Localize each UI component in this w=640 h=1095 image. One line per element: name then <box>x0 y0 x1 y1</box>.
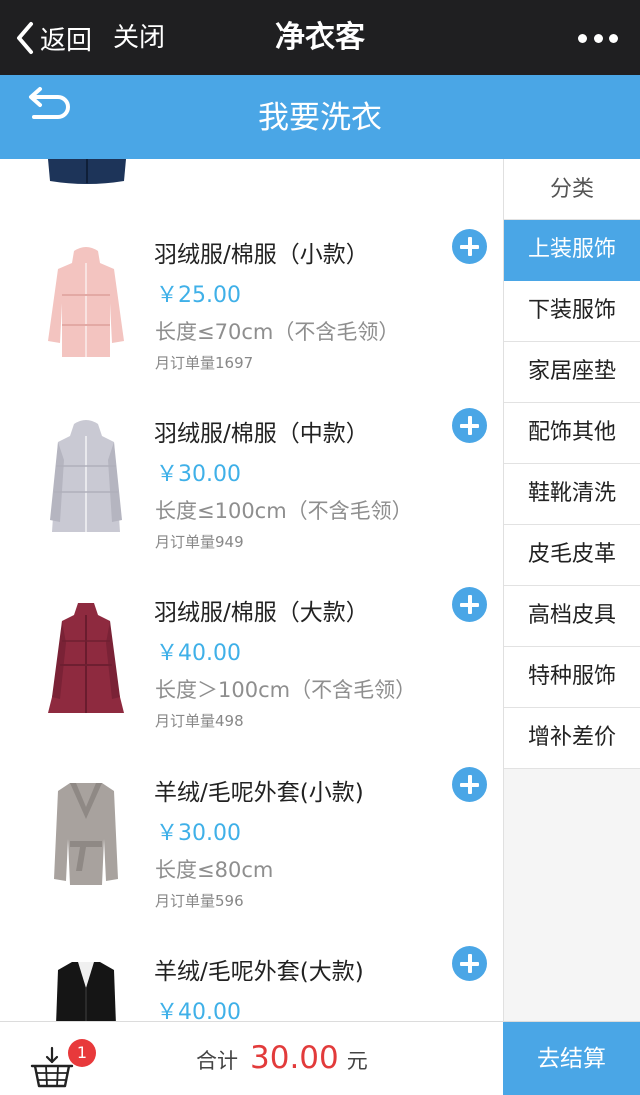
top-bar: 返回 关闭 净衣客 <box>0 0 640 75</box>
product-name: 羽绒服/棉服（大款） <box>154 600 369 626</box>
category-price-supplement[interactable]: 增补差价 <box>504 708 640 769</box>
product-desc: 长度≤70cm（不含毛领） <box>155 320 400 344</box>
total-amount: 30.00 <box>250 1040 339 1076</box>
product-price: ￥40.00 <box>156 1000 241 1021</box>
cart-total: 合计 30.00 元 <box>196 1040 368 1084</box>
list-item[interactable]: 羽绒服/棉服（小款） ￥25.00 长度≤70cm（不含毛领） 月订单量1697 <box>0 229 503 415</box>
product-price: ￥30.00 <box>156 462 241 487</box>
close-button[interactable]: 关闭 <box>113 18 165 58</box>
product-image <box>48 603 124 713</box>
product-list[interactable]: 羽绒服/棉服（小款） ￥25.00 长度≤70cm（不含毛领） 月订单量1697… <box>0 159 503 1021</box>
category-shoe-cleaning[interactable]: 鞋靴清洗 <box>504 464 640 525</box>
monthly-orders: 月订单量1697 <box>155 354 254 372</box>
list-item[interactable]: 羊绒/毛呢外套(大款) ￥40.00 <box>0 946 503 1021</box>
more-menu-icon[interactable] <box>578 22 618 54</box>
checkout-button[interactable]: 去结算 <box>503 1022 640 1095</box>
category-fur-leather[interactable]: 皮毛皮革 <box>504 525 640 586</box>
product-image <box>56 962 116 1021</box>
add-to-cart-icon[interactable] <box>452 767 487 802</box>
list-item[interactable]: 羊绒/毛呢外套(小款) ￥30.00 长度≤80cm 月订单量596 <box>0 767 503 953</box>
currency-unit: 元 <box>346 1049 368 1073</box>
product-price: ￥40.00 <box>156 641 241 666</box>
category-home-cushions[interactable]: 家居座垫 <box>504 342 640 403</box>
product-name: 羊绒/毛呢外套(小款) <box>154 780 364 806</box>
page-title: 我要洗衣 <box>258 100 382 136</box>
product-desc: 长度≤80cm <box>155 858 274 882</box>
cart-count-badge: 1 <box>68 1039 96 1067</box>
back-label: 返回 <box>40 25 93 56</box>
category-tops[interactable]: 上装服饰 <box>504 220 640 281</box>
product-name: 羽绒服/棉服（中款） <box>154 421 369 447</box>
monthly-orders: 月订单量949 <box>155 533 244 551</box>
list-item[interactable]: 羽绒服/棉服（中款） ￥30.00 长度≤100cm（不含毛领） 月订单量949 <box>0 408 503 594</box>
product-name: 羽绒服/棉服（小款） <box>154 242 369 268</box>
product-price: ￥30.00 <box>156 821 241 846</box>
category-sidebar: 分类 上装服饰 下装服饰 家居座垫 配饰其他 鞋靴清洗 皮毛皮革 高档皮具 特种… <box>503 159 640 1021</box>
category-header: 分类 <box>504 159 640 220</box>
chevron-left-icon <box>17 22 33 54</box>
return-arrow-icon[interactable] <box>26 85 74 125</box>
list-item[interactable]: 羽绒服/棉服（大款） ￥40.00 长度＞100cm（不含毛领） 月订单量498 <box>0 587 503 773</box>
page-header: 我要洗衣 <box>0 75 640 159</box>
product-image <box>50 420 122 532</box>
category-bottoms[interactable]: 下装服饰 <box>504 281 640 342</box>
add-to-cart-icon[interactable] <box>452 587 487 622</box>
total-label: 合计 <box>196 1049 238 1073</box>
product-desc: 长度＞100cm（不含毛领） <box>155 678 417 702</box>
add-to-cart-icon[interactable] <box>452 946 487 981</box>
product-price: ￥25.00 <box>156 283 241 308</box>
product-image <box>48 247 124 357</box>
monthly-orders: 月订单量498 <box>155 712 244 730</box>
product-name: 羊绒/毛呢外套(大款) <box>154 959 364 985</box>
category-accessories[interactable]: 配饰其他 <box>504 403 640 464</box>
product-desc: 长度≤100cm（不含毛领） <box>155 499 413 523</box>
back-button[interactable]: 返回 <box>14 18 92 58</box>
product-image <box>54 783 118 885</box>
add-to-cart-icon[interactable] <box>452 408 487 443</box>
category-luxury-leather-goods[interactable]: 高档皮具 <box>504 586 640 647</box>
jacket-image-cropped <box>48 159 126 184</box>
bottom-bar: 1 合计 30.00 元 去结算 <box>0 1021 640 1095</box>
category-special-garments[interactable]: 特种服饰 <box>504 647 640 708</box>
monthly-orders: 月订单量596 <box>155 892 244 910</box>
app-title: 净衣客 <box>275 20 365 55</box>
add-to-cart-icon[interactable] <box>452 229 487 264</box>
